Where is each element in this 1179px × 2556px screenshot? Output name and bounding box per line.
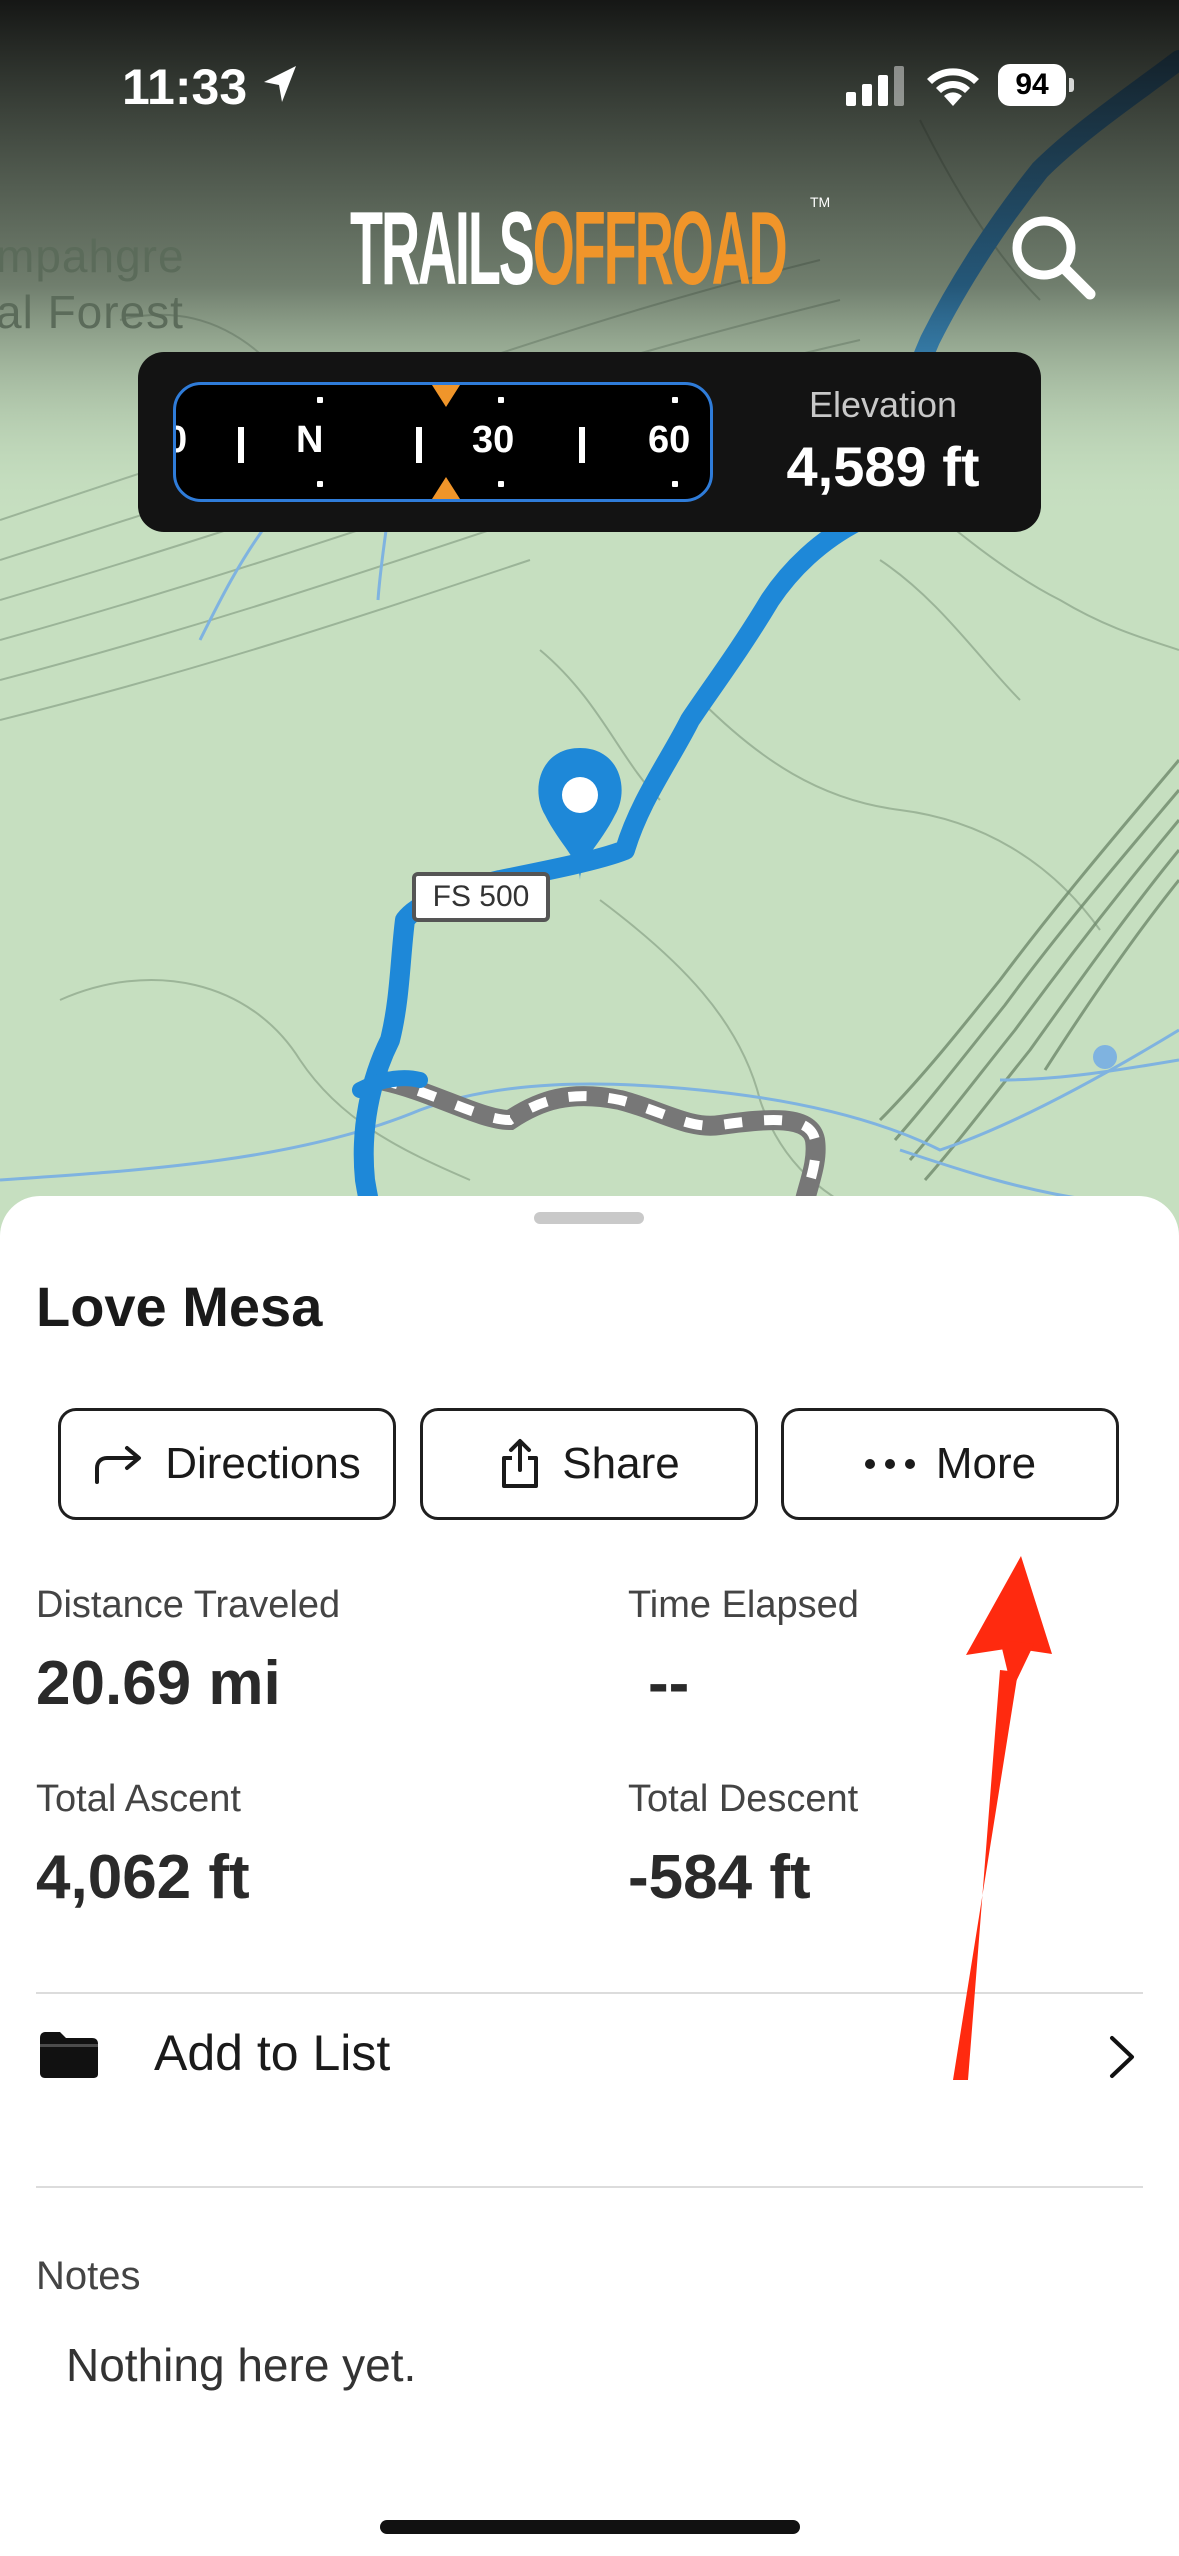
trail-title: Love Mesa (36, 1275, 323, 1338)
location-arrow-icon (264, 66, 296, 102)
more-button[interactable]: More (781, 1408, 1119, 1520)
sheet-grabber-handle[interactable] (534, 1212, 644, 1224)
share-icon (502, 1439, 539, 1488)
more-label: More (935, 1439, 1037, 1488)
search-icon[interactable] (1004, 208, 1100, 304)
map-canvas[interactable] (0, 0, 1179, 1250)
folder-icon (40, 2032, 98, 2078)
forest-label-line1: mpahgre (0, 230, 185, 282)
time-elapsed-value: -- (648, 1649, 690, 1718)
trailsoffroad-logo: TRAILSOFFROAD (350, 191, 788, 307)
divider (36, 2186, 1143, 2188)
share-button[interactable]: Share (420, 1408, 758, 1520)
trail-detail-sheet: Love Mesa Directions Share More Distance… (0, 1196, 1179, 2556)
share-label: Share (562, 1439, 680, 1488)
battery-level: 94 (998, 64, 1066, 106)
logo-trademark: TM (810, 194, 831, 210)
elevation-label: Elevation (808, 384, 958, 425)
notes-label: Notes (36, 2254, 141, 2298)
notes-value: Nothing here yet. (66, 2339, 417, 2391)
compass-label-30: 30 (472, 419, 515, 461)
directions-label: Directions (165, 1439, 361, 1488)
compass-bottom-marker (432, 477, 460, 499)
compass-label-n: N (296, 419, 324, 461)
distance-label: Distance Traveled (36, 1584, 341, 1626)
compass-label-0: 0 (176, 419, 187, 462)
status-bar: 11:33 94 (0, 0, 1179, 170)
total-descent-value: -584 ft (628, 1843, 811, 1912)
compass-label-60: 60 (648, 419, 691, 461)
cellular-signal-icon (846, 66, 904, 106)
battery-icon: 94 (998, 64, 1074, 108)
forest-label-line2: al Forest (0, 286, 184, 338)
compass-strip: 0 N 30 60 (173, 382, 713, 502)
home-indicator[interactable] (380, 2520, 800, 2534)
directions-button[interactable]: Directions (58, 1408, 396, 1520)
status-time: 11:33 (122, 59, 248, 115)
map-view[interactable] (0, 0, 1179, 1250)
distance-value: 20.69 mi (36, 1649, 281, 1718)
total-ascent-value: 4,062 ft (36, 1843, 250, 1912)
add-to-list-row[interactable]: Add to List (0, 1994, 1179, 2114)
wifi-icon (927, 68, 979, 106)
compass-elevation-panel: 0 N 30 60 Elevation 4,589 ft (138, 352, 1041, 532)
directions-arrow-icon (95, 1446, 142, 1484)
forest-map-label: mpahgre al Forest (0, 228, 185, 340)
road-sign-label: FS 500 (412, 872, 550, 922)
compass-top-marker (432, 385, 460, 407)
time-elapsed-label: Time Elapsed (628, 1584, 859, 1626)
more-ellipsis-icon (864, 1459, 915, 1469)
elevation-value: 4,589 ft (786, 435, 980, 498)
total-descent-label: Total Descent (628, 1778, 859, 1820)
total-ascent-label: Total Ascent (36, 1778, 241, 1820)
add-to-list-label: Add to List (154, 2025, 391, 2081)
chevron-right-icon (1110, 2036, 1134, 2078)
